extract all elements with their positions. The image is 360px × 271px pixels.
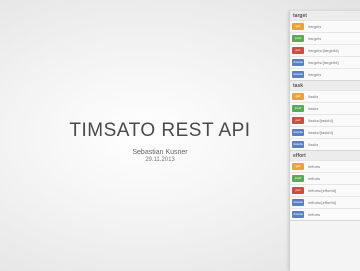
endpoint-path: /efforts/{effortId} xyxy=(308,188,337,193)
http-method-badge: put xyxy=(292,187,304,194)
api-section-header[interactable]: effort xyxy=(290,151,360,160)
endpoint-path: /tasks xyxy=(308,106,319,111)
http-method-badge: post xyxy=(292,105,304,112)
slide-title: TIMSATO REST API xyxy=(69,120,251,141)
slide-date: 29.11.2013 xyxy=(145,157,175,163)
api-section-header[interactable]: target xyxy=(290,11,360,20)
api-endpoint-row[interactable]: get/efforts xyxy=(290,160,360,172)
api-section-task: task get/tasks post/tasks put/tasks/{taskId… xyxy=(290,81,360,151)
http-method-badge: delete xyxy=(292,199,304,206)
http-method-badge: get xyxy=(292,163,304,170)
endpoint-path: /targets xyxy=(308,72,322,77)
endpoint-path: /targets xyxy=(308,36,322,41)
slide-author: Sebastian Kusner xyxy=(132,149,188,156)
http-method-badge: delete xyxy=(292,211,304,218)
endpoint-path: /targets/{targetId} xyxy=(308,60,339,65)
api-endpoint-row[interactable]: put/efforts/{effortId} xyxy=(290,184,360,196)
api-endpoint-row[interactable]: delete/tasks xyxy=(290,138,360,150)
api-endpoint-row[interactable]: post/targets xyxy=(290,32,360,44)
http-method-badge: put xyxy=(292,47,304,54)
api-endpoint-row[interactable]: post/tasks xyxy=(290,102,360,114)
api-section-effort: effort get/efforts post/efforts put/efforts… xyxy=(290,151,360,221)
api-endpoint-panel: target get/targets post/targets put/targets… xyxy=(289,11,360,271)
endpoint-path: /tasks xyxy=(308,94,319,99)
api-endpoint-row[interactable]: delete/efforts xyxy=(290,208,360,220)
api-endpoint-row[interactable]: get/tasks xyxy=(290,90,360,102)
http-method-badge: delete xyxy=(292,129,304,136)
presentation-slide: TIMSATO REST API Sebastian Kusner 29.11.… xyxy=(0,0,360,271)
http-method-badge: get xyxy=(292,23,304,30)
endpoint-path: /efforts xyxy=(308,164,321,169)
api-endpoint-row[interactable]: get/targets xyxy=(290,20,360,32)
endpoint-path: /tasks/{taskId} xyxy=(308,118,333,123)
api-endpoint-row[interactable]: put/targets/{targetId} xyxy=(290,44,360,56)
http-method-badge: delete xyxy=(292,71,304,78)
endpoint-path: /efforts xyxy=(308,212,321,217)
api-endpoint-row[interactable]: delete/targets xyxy=(290,68,360,80)
endpoint-path: /targets xyxy=(308,24,322,29)
endpoint-path: /efforts xyxy=(308,176,321,181)
endpoint-path: /efforts/{effortId} xyxy=(308,200,337,205)
endpoint-path: /tasks/{taskId} xyxy=(308,130,333,135)
api-section-target: target get/targets post/targets put/targets… xyxy=(290,11,360,81)
api-endpoint-row[interactable]: put/tasks/{taskId} xyxy=(290,114,360,126)
title-block: TIMSATO REST API Sebastian Kusner 29.11.… xyxy=(50,120,270,163)
http-method-badge: get xyxy=(292,93,304,100)
api-endpoint-row[interactable]: delete/efforts/{effortId} xyxy=(290,196,360,208)
api-endpoint-row[interactable]: delete/targets/{targetId} xyxy=(290,56,360,68)
http-method-badge: post xyxy=(292,35,304,42)
api-endpoint-row[interactable]: delete/tasks/{taskId} xyxy=(290,126,360,138)
api-endpoint-row[interactable]: post/efforts xyxy=(290,172,360,184)
endpoint-path: /targets/{targetId} xyxy=(308,48,339,53)
endpoint-path: /tasks xyxy=(308,142,319,147)
http-method-badge: delete xyxy=(292,141,304,148)
http-method-badge: delete xyxy=(292,59,304,66)
http-method-badge: put xyxy=(292,117,304,124)
api-section-header[interactable]: task xyxy=(290,81,360,90)
http-method-badge: post xyxy=(292,175,304,182)
